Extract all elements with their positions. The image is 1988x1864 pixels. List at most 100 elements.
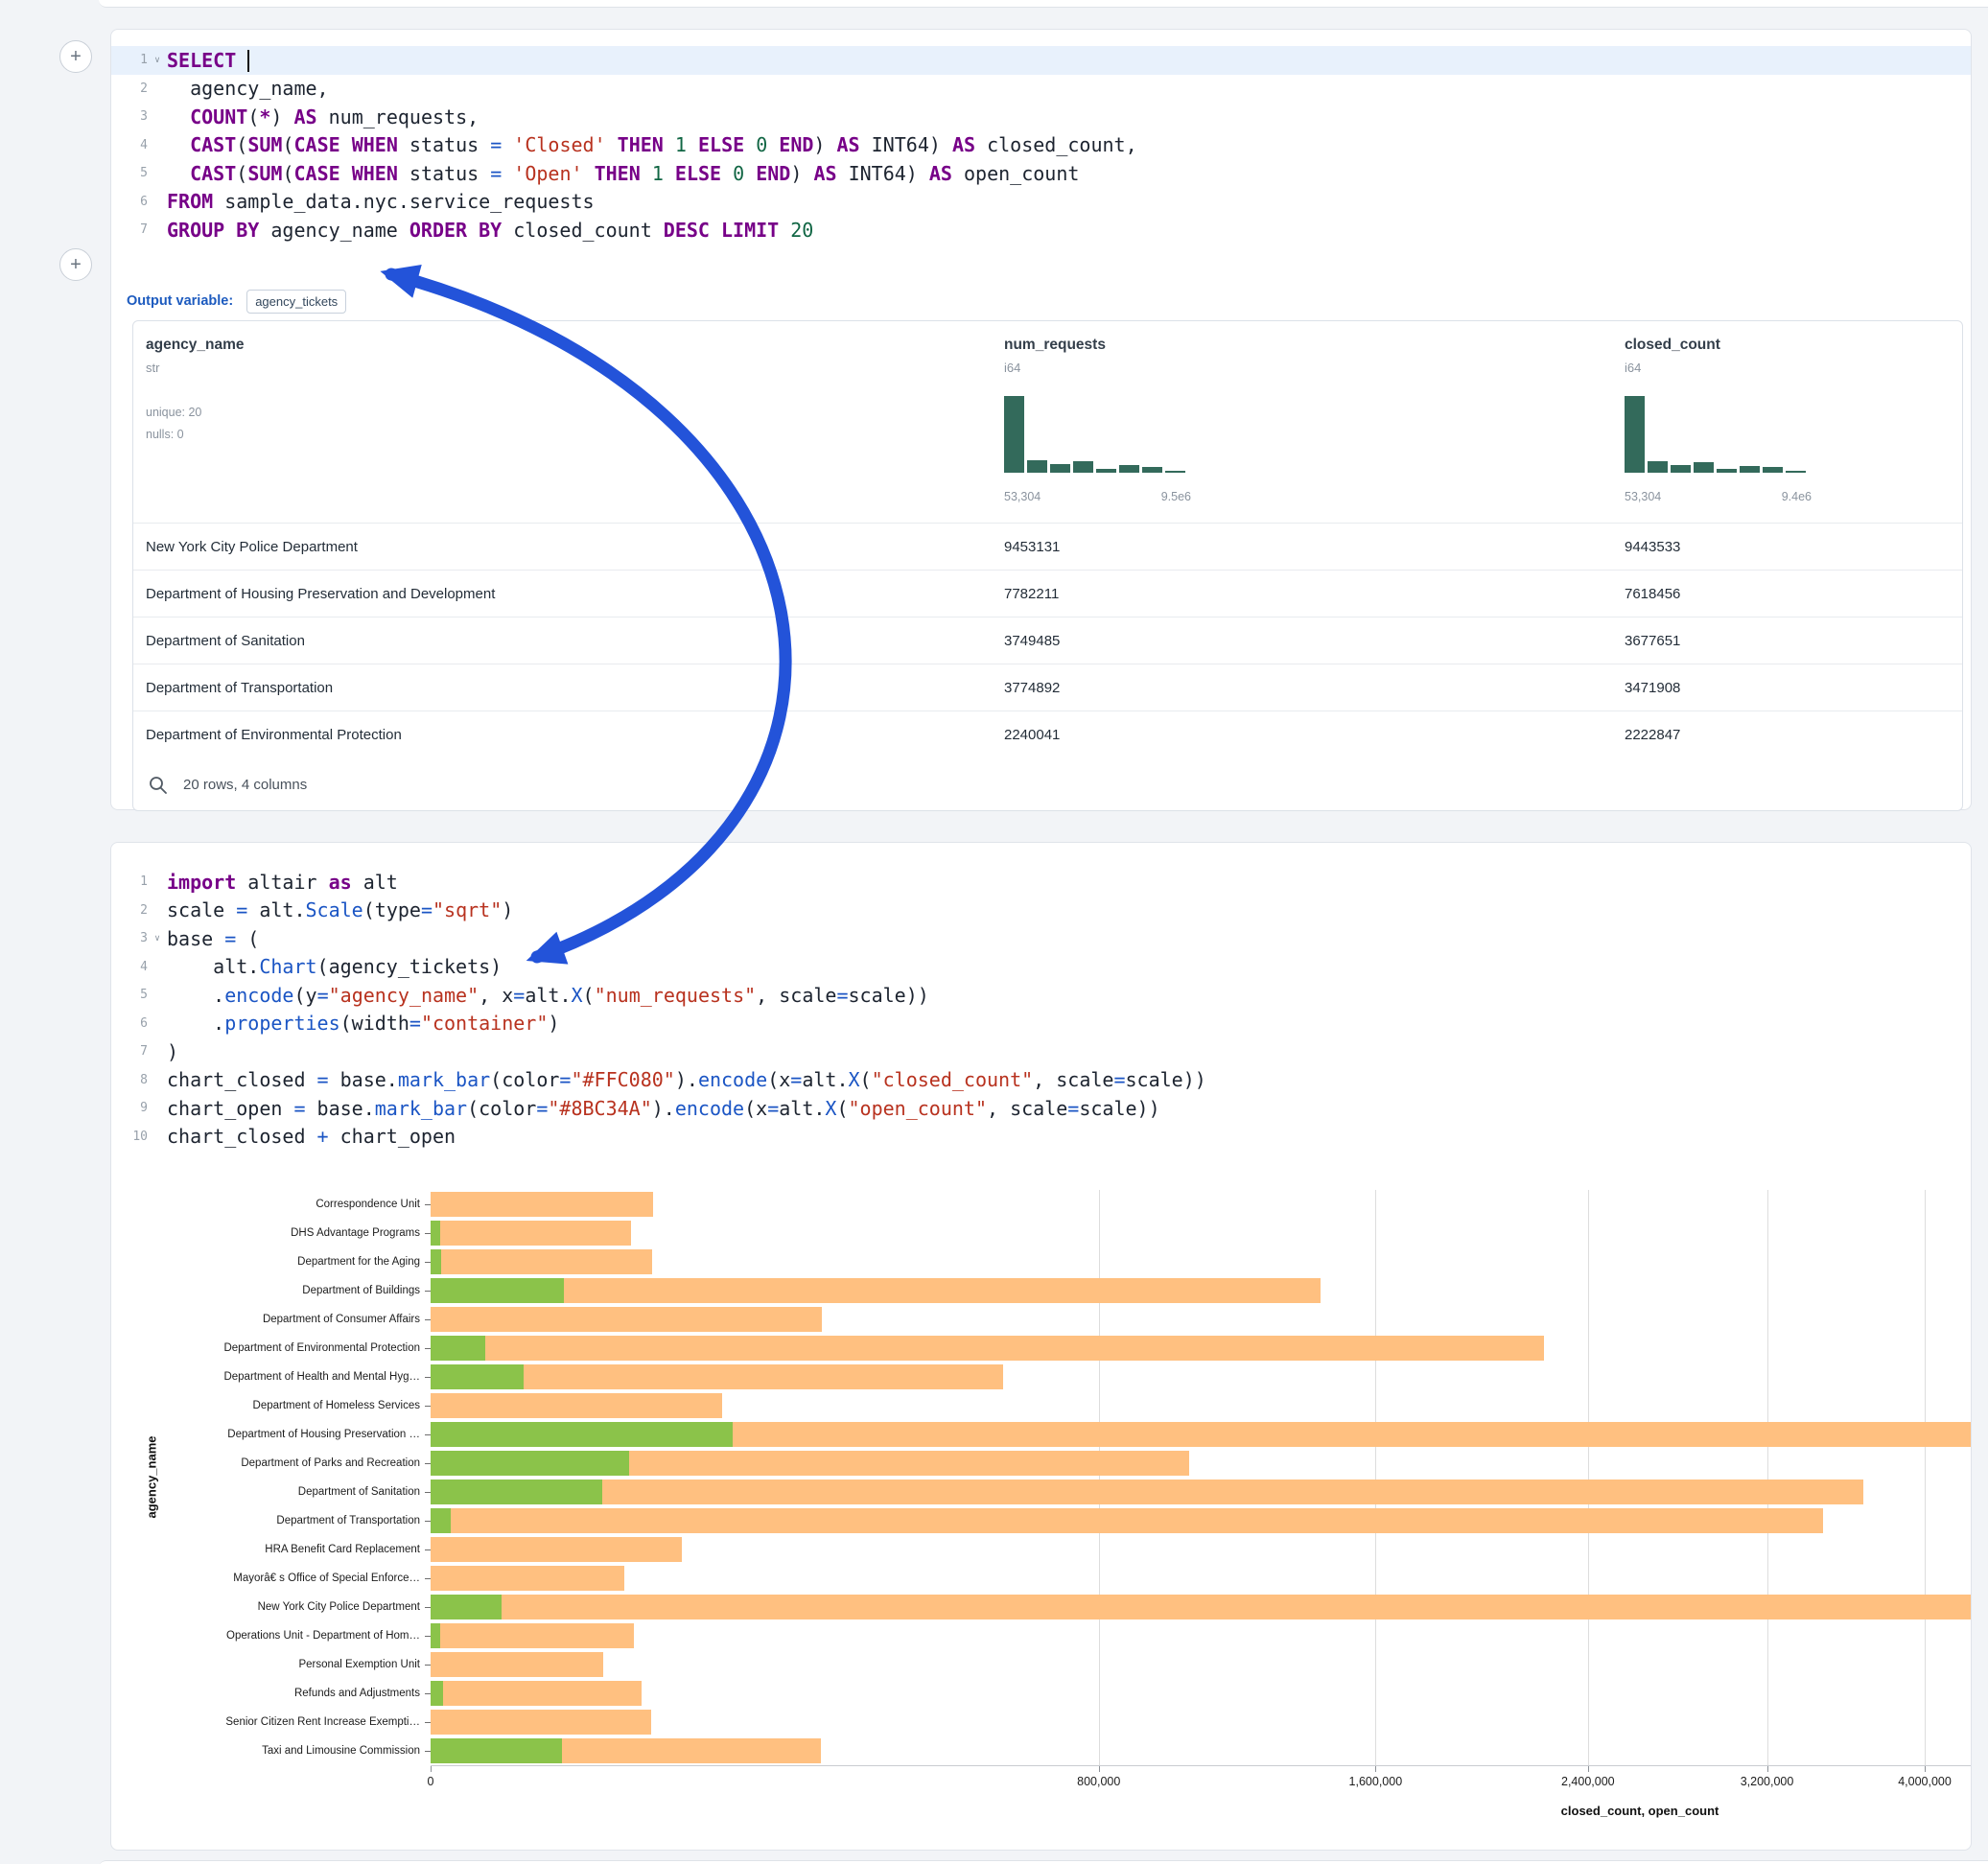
bar-open-count (431, 1508, 451, 1533)
code-line[interactable]: 5 CAST(SUM(CASE WHEN status = 'Open' THE… (111, 159, 1971, 188)
column-name: agency_name (146, 337, 453, 354)
y-axis-label: Senior Citizen Rent Increase Exempti… (225, 1708, 420, 1736)
table-cell[interactable]: Department of Environmental Protection (146, 711, 402, 758)
line-number: 3 (111, 931, 148, 945)
output-variable-badge[interactable]: agency_tickets (246, 290, 346, 314)
fold-chevron-icon[interactable]: ∨ (148, 55, 167, 65)
column-header-closed-count: closed_count i64 53,304 9.4e6 (1625, 337, 1931, 375)
code-line[interactable]: 1∨SELECT (111, 46, 1971, 75)
code-line[interactable]: 3∨base = ( (111, 924, 1971, 953)
code-line[interactable]: 5 .encode(y="agency_name", x=alt.X("num_… (111, 981, 1971, 1010)
y-axis-label: Department for the Aging (297, 1247, 420, 1276)
python-editor[interactable]: 1import altair as alt2scale = alt.Scale(… (111, 843, 1971, 1158)
table-row[interactable]: Department of Environmental Protection 22… (133, 711, 1962, 757)
histogram-bar (1648, 461, 1668, 473)
code-text: alt.Chart(agency_tickets) (167, 955, 502, 978)
table-row[interactable]: Department of Housing Preservation and D… (133, 570, 1962, 617)
code-line[interactable]: 10 chart_closed + chart_open (111, 1123, 1971, 1152)
table-cell[interactable]: 3471908 (1625, 664, 1680, 711)
code-line[interactable]: 6FROM sample_data.nyc.service_requests (111, 188, 1971, 217)
code-line[interactable]: 3 COUNT(*) AS num_requests, (111, 103, 1971, 131)
bar-closed-count (431, 1249, 652, 1274)
code-line[interactable]: 6 .properties(width="container") (111, 1010, 1971, 1038)
histogram-min: 53,304 (1004, 490, 1041, 503)
line-number: 4 (111, 138, 148, 152)
column-dtype: i64 (1625, 361, 1931, 375)
code-line[interactable]: 1import altair as alt (111, 868, 1971, 897)
code-line[interactable]: 7GROUP BY agency_name ORDER BY closed_co… (111, 216, 1971, 245)
bar-closed-count (431, 1221, 631, 1246)
histogram-bar (1096, 469, 1116, 473)
fold-chevron-icon[interactable]: ∨ (148, 933, 167, 944)
next-cell-top-edge (99, 1860, 1988, 1864)
code-line[interactable]: 4 CAST(SUM(CASE WHEN status = 'Closed' T… (111, 131, 1971, 160)
code-line[interactable]: 2 agency_name, (111, 75, 1971, 104)
table-cell[interactable]: 3677651 (1625, 617, 1680, 664)
histogram-max: 9.4e6 (1782, 490, 1812, 503)
gridline (1925, 1190, 1926, 1765)
histogram-bar (1740, 466, 1760, 473)
x-axis-tick-label: 800,000 (1077, 1775, 1120, 1788)
line-number: 10 (111, 1130, 148, 1144)
code-text: CAST(SUM(CASE WHEN status = 'Open' THEN … (167, 162, 1079, 185)
histogram-bar (1050, 464, 1070, 473)
table-cell[interactable]: 9453131 (1004, 524, 1060, 571)
table-row[interactable]: Department of Transportation 3774892 34719… (133, 664, 1962, 711)
y-axis-label: Department of Parks and Recreation (241, 1449, 420, 1478)
table-cell[interactable]: 3774892 (1004, 664, 1060, 711)
table-cell[interactable]: Department of Transportation (146, 664, 333, 711)
x-axis-tick-label: 3,200,000 (1741, 1775, 1794, 1788)
code-text: GROUP BY agency_name ORDER BY closed_cou… (167, 219, 813, 242)
column-dtype: i64 (1004, 361, 1311, 375)
histogram-closed-count (1625, 396, 1812, 473)
table-cell[interactable]: 7618456 (1625, 571, 1680, 617)
column-header-agency-name: agency_name str unique: 20 nulls: 0 (146, 337, 453, 375)
bar-closed-count (431, 1336, 1544, 1361)
x-axis-tick-label: 4,000,000 (1898, 1775, 1952, 1788)
table-cell[interactable]: 2240041 (1004, 711, 1060, 758)
bar-closed-count (431, 1192, 653, 1217)
histogram-bar (1625, 396, 1645, 473)
table-rows: New York City Police Department 9453131 94… (133, 523, 1962, 757)
bar-open-count (431, 1336, 485, 1361)
code-line[interactable]: 9chart_open = base.mark_bar(color="#8BC3… (111, 1094, 1971, 1123)
code-text: ) (167, 1040, 178, 1063)
code-line[interactable]: 7) (111, 1037, 1971, 1066)
y-axis-label: Department of Environmental Protection (223, 1334, 420, 1363)
y-axis-label: Operations Unit - Department of Hom… (226, 1621, 420, 1650)
code-line[interactable]: 2scale = alt.Scale(type="sqrt") (111, 897, 1971, 925)
table-cell[interactable]: 3749485 (1004, 617, 1060, 664)
code-line[interactable]: 8chart_closed = base.mark_bar(color="#FF… (111, 1066, 1971, 1095)
y-axis-label: Correspondence Unit (316, 1190, 420, 1219)
table-row[interactable]: New York City Police Department 9453131 94… (133, 523, 1962, 570)
table-cell[interactable]: Department of Housing Preservation and D… (146, 571, 495, 617)
bar-closed-count (431, 1393, 722, 1418)
table-cell[interactable]: 2222847 (1625, 711, 1680, 758)
x-axis-tick-label: 2,400,000 (1561, 1775, 1615, 1788)
column-header-num-requests: num_requests i64 53,304 9.5e6 (1004, 337, 1311, 375)
add-cell-button-top[interactable]: + (59, 40, 92, 73)
add-cell-button-output[interactable]: + (59, 248, 92, 281)
code-text: chart_closed = base.mark_bar(color="#FFC… (167, 1068, 1206, 1091)
table-cell[interactable]: Department of Sanitation (146, 617, 305, 664)
table-cell[interactable]: New York City Police Department (146, 524, 358, 571)
code-line[interactable]: 4 alt.Chart(agency_tickets) (111, 953, 1971, 982)
y-axis-label: Department of Transportation (276, 1506, 420, 1535)
table-cell[interactable]: 7782211 (1004, 571, 1059, 617)
sql-editor[interactable]: 1∨SELECT 2 agency_name,3 COUNT(*) AS num… (111, 30, 1971, 252)
code-text: .properties(width="container") (167, 1012, 559, 1035)
code-text: FROM sample_data.nyc.service_requests (167, 190, 595, 213)
table-row[interactable]: Department of Sanitation 3749485 3677651 (133, 617, 1962, 664)
histogram-bar (1073, 461, 1093, 473)
histogram-bar (1694, 462, 1714, 473)
y-axis-label: Department of Consumer Affairs (263, 1305, 420, 1334)
line-number: 5 (111, 166, 148, 180)
column-dtype: str (146, 361, 453, 375)
line-number: 7 (111, 1044, 148, 1059)
search-icon[interactable] (149, 776, 168, 795)
line-number: 3 (111, 109, 148, 124)
table-cell[interactable]: 9443533 (1625, 524, 1680, 571)
code-text: chart_closed + chart_open (167, 1125, 456, 1148)
bar-chart: agency_name Correspondence UnitDHS Advan… (111, 1190, 1971, 1842)
bar-closed-count (431, 1710, 651, 1735)
